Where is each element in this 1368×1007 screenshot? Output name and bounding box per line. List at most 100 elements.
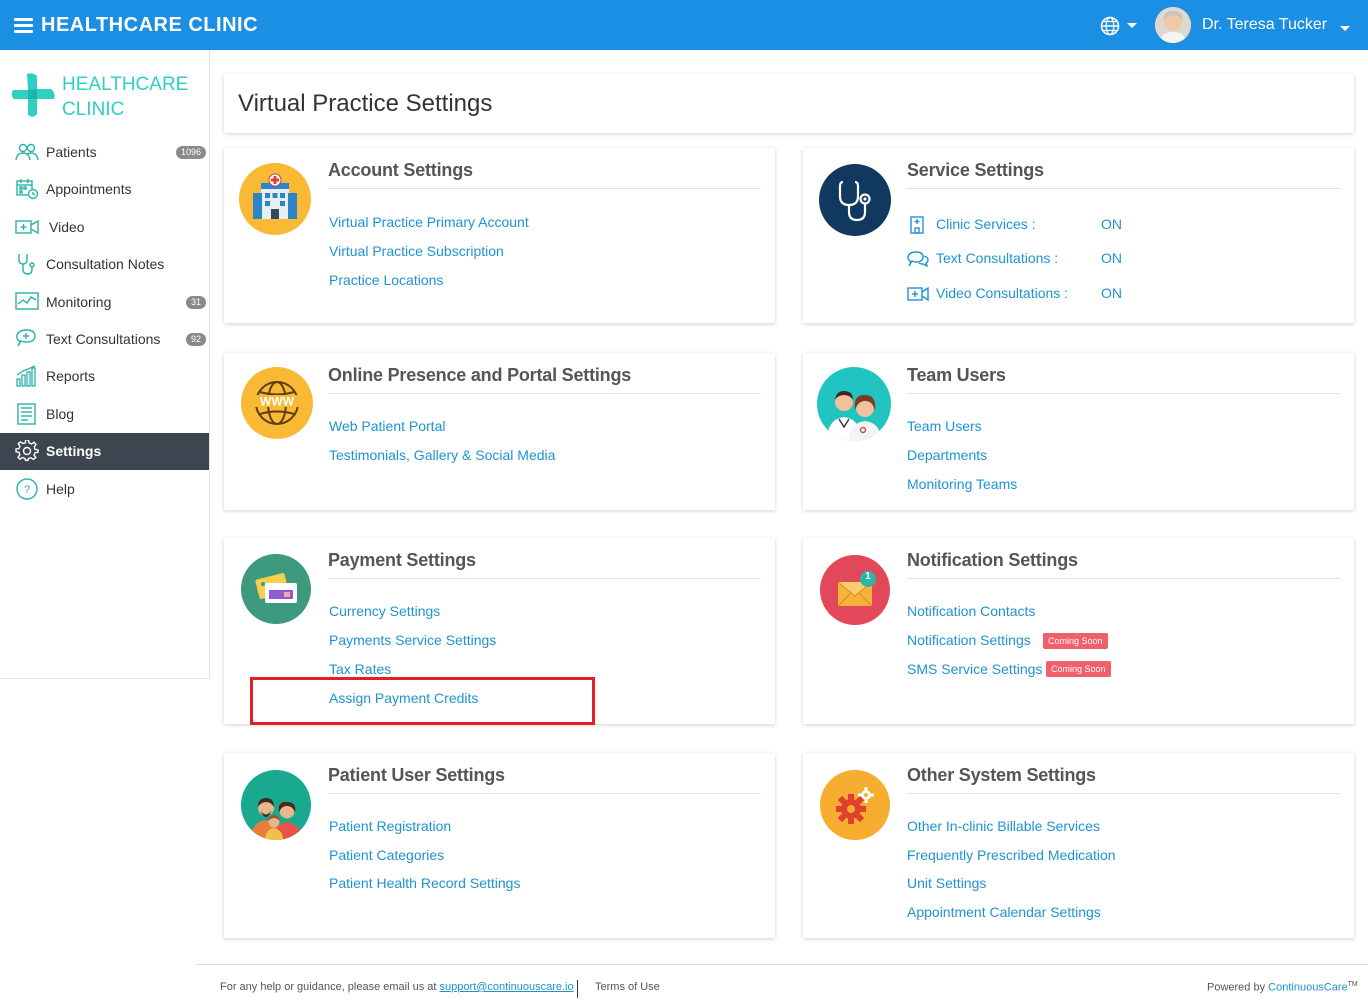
- section-title: Payment Settings: [328, 550, 476, 570]
- section-title: Other System Settings: [907, 765, 1096, 785]
- sidebar: HEALTHCARE CLINIC Patients 1096 Appointm…: [0, 50, 210, 679]
- count-badge: 92: [185, 333, 206, 346]
- footer-help: For any help or guidance, please email u…: [220, 981, 574, 993]
- unit-settings-link[interactable]: Unit Settings: [907, 875, 986, 891]
- section-title: Notification Settings: [907, 550, 1078, 570]
- sms-service-settings-link[interactable]: SMS Service Settings: [907, 661, 1042, 677]
- www-globe-icon: WWW: [241, 367, 313, 439]
- clinic-logo: [11, 73, 55, 117]
- trademark-mark: TM: [1347, 981, 1358, 988]
- assign-payment-credits-link[interactable]: Assign Payment Credits: [329, 690, 478, 706]
- practice-locations-link[interactable]: Practice Locations: [329, 272, 443, 288]
- account-settings-card: Account Settings Virtual Practice Primar…: [224, 148, 775, 323]
- page-title: Virtual Practice Settings: [238, 90, 493, 117]
- team-users-card: Team Users Team Users Departments Monito…: [803, 353, 1354, 510]
- divider: [907, 188, 1340, 189]
- patient-family-icon: [241, 770, 311, 840]
- sidebar-item-reports[interactable]: Reports: [0, 358, 209, 395]
- divider: [328, 793, 761, 794]
- divider: [907, 793, 1340, 794]
- sidebar-item-label: Appointments: [46, 181, 132, 197]
- appointment-calendar-settings-link[interactable]: Appointment Calendar Settings: [907, 904, 1101, 920]
- patients-icon: [15, 143, 39, 161]
- patient-user-settings-card: Patient User Settings Patient Registrati…: [224, 753, 775, 938]
- support-email-link[interactable]: support@continuouscare.io: [440, 981, 574, 993]
- coming-soon-badge: Coming Soon: [1046, 661, 1111, 677]
- stethoscope-icon: [18, 254, 35, 275]
- sidebar-item-label: Blog: [46, 406, 75, 422]
- sidebar-item-label: Consultation Notes: [46, 256, 165, 272]
- notification-settings-link[interactable]: Notification Settings: [907, 632, 1031, 648]
- user-menu-chevron-down-icon[interactable]: [1340, 26, 1350, 31]
- virtual-practice-subscription-link[interactable]: Virtual Practice Subscription: [329, 243, 504, 259]
- chat-icon: [907, 251, 929, 268]
- payment-card-icon: [241, 554, 311, 624]
- top-bar: HEALTHCARE CLINIC Dr. Teresa Tucker: [0, 0, 1368, 50]
- user-name[interactable]: Dr. Teresa Tucker: [1202, 16, 1327, 34]
- sidebar-item-help[interactable]: ? Help: [0, 471, 209, 508]
- text-consultations-status: ON: [1101, 250, 1122, 266]
- service-settings-card: Service Settings Clinic Services : ON Te…: [803, 148, 1354, 323]
- blog-icon: [17, 403, 36, 425]
- powered-by-brand-link[interactable]: ContinuousCare: [1268, 982, 1348, 994]
- sidebar-item-blog[interactable]: Blog: [0, 396, 209, 433]
- footer-help-text: For any help or guidance, please email u…: [220, 981, 437, 993]
- section-title: Team Users: [907, 365, 1006, 385]
- reports-icon: [16, 365, 36, 387]
- testimonials-gallery-social-media-link[interactable]: Testimonials, Gallery & Social Media: [329, 447, 555, 463]
- team-users-link[interactable]: Team Users: [907, 418, 982, 434]
- sidebar-item-consultation-notes[interactable]: Consultation Notes: [0, 246, 209, 283]
- sidebar-item-monitoring[interactable]: Monitoring 31: [0, 284, 209, 321]
- stethoscope-icon: [819, 164, 891, 236]
- menu-toggle-icon[interactable]: [14, 18, 33, 34]
- coming-soon-badge: Coming Soon: [1043, 633, 1108, 649]
- virtual-practice-primary-account-link[interactable]: Virtual Practice Primary Account: [329, 214, 529, 230]
- terms-of-use-link[interactable]: Terms of Use: [595, 981, 660, 993]
- mail-notification-icon: [820, 555, 890, 625]
- video-consultations-label[interactable]: Video Consultations :: [936, 285, 1068, 301]
- help-icon: ?: [16, 478, 38, 500]
- sidebar-item-settings[interactable]: Settings: [0, 433, 209, 470]
- language-chevron-down-icon[interactable]: [1127, 23, 1137, 28]
- other-system-settings-card: Other System Settings Other In-clinic Bi…: [803, 753, 1354, 938]
- sidebar-item-patients[interactable]: Patients 1096: [0, 134, 209, 171]
- departments-link[interactable]: Departments: [907, 447, 987, 463]
- divider: [328, 393, 761, 394]
- sidebar-item-appointments[interactable]: Appointments: [0, 171, 209, 208]
- other-in-clinic-billable-services-link[interactable]: Other In-clinic Billable Services: [907, 818, 1100, 834]
- monitoring-teams-link[interactable]: Monitoring Teams: [907, 476, 1017, 492]
- patient-categories-link[interactable]: Patient Categories: [329, 847, 444, 863]
- section-title: Account Settings: [328, 160, 473, 180]
- gear-icon: [15, 440, 39, 462]
- text-consultations-label[interactable]: Text Consultations :: [936, 250, 1058, 266]
- sidebar-item-label: Video: [49, 219, 85, 235]
- sidebar-item-label: Patients: [46, 144, 97, 160]
- notification-count-badge: 1: [865, 571, 871, 582]
- footer-divider: [196, 964, 1368, 965]
- gears-icon: [820, 770, 890, 840]
- notification-contacts-link[interactable]: Notification Contacts: [907, 603, 1035, 619]
- frequently-prescribed-medication-link[interactable]: Frequently Prescribed Medication: [907, 847, 1116, 863]
- clinic-services-label[interactable]: Clinic Services :: [936, 216, 1036, 232]
- payments-service-settings-link[interactable]: Payments Service Settings: [329, 632, 496, 648]
- doctors-team-icon: [817, 367, 891, 441]
- patient-health-record-settings-link[interactable]: Patient Health Record Settings: [329, 875, 520, 891]
- sidebar-item-video[interactable]: Video: [0, 209, 209, 246]
- monitoring-icon: [15, 292, 39, 310]
- section-title: Patient User Settings: [328, 765, 505, 785]
- patient-registration-link[interactable]: Patient Registration: [329, 818, 451, 834]
- clinic-services-status: ON: [1101, 216, 1122, 232]
- divider: [907, 578, 1340, 579]
- sidebar-item-text-consultations[interactable]: Text Consultations 92: [0, 321, 209, 358]
- svg-text:?: ?: [24, 484, 30, 496]
- divider: [328, 578, 761, 579]
- payment-settings-card: Payment Settings Currency Settings Payme…: [224, 538, 775, 724]
- globe-icon[interactable]: [1100, 16, 1120, 36]
- currency-settings-link[interactable]: Currency Settings: [329, 603, 440, 619]
- app-title: HEALTHCARE CLINIC: [41, 14, 259, 36]
- hospital-building-icon: [239, 163, 311, 235]
- tax-rates-link[interactable]: Tax Rates: [329, 661, 391, 677]
- sidebar-item-label: Reports: [46, 368, 96, 384]
- avatar[interactable]: [1155, 7, 1191, 43]
- web-patient-portal-link[interactable]: Web Patient Portal: [329, 418, 445, 434]
